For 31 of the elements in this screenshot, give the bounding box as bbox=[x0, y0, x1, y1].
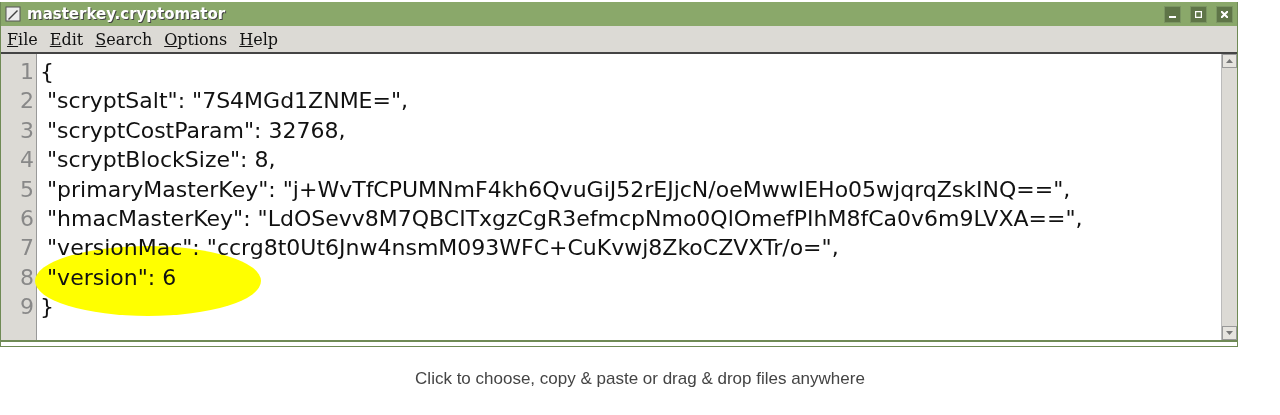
code-line: "version": 6 bbox=[46, 264, 177, 290]
line-number: 2 bbox=[20, 87, 35, 116]
code-line: } bbox=[40, 294, 54, 320]
line-number: 1 bbox=[20, 58, 35, 86]
line-number: 5 bbox=[20, 175, 35, 204]
code-line: "primaryMasterKey": "j+WvTfCPUMNmF4kh6QvuGiJ52rEJjcN/oeMwwIEHo05wjqrqZskINQ==", bbox=[46, 176, 1071, 202]
menu-item[interactable]: File bbox=[7, 29, 38, 49]
pencil-icon bbox=[5, 6, 21, 22]
minimize-button[interactable] bbox=[1164, 5, 1181, 23]
maximize-icon bbox=[1195, 10, 1202, 18]
hint-text: Click to choose, copy & paste or drag & drop files anywhere bbox=[414, 369, 866, 389]
line-number: 7 bbox=[20, 234, 35, 263]
menu-item[interactable]: Search bbox=[95, 29, 153, 49]
code-line: { bbox=[40, 59, 54, 84]
menu-item[interactable]: Help bbox=[239, 29, 279, 49]
menu-item[interactable]: Options bbox=[164, 29, 228, 49]
code-line: "scryptCostParam": 32768, bbox=[46, 117, 346, 143]
window-title: masterkey.cryptomator bbox=[27, 5, 227, 23]
maximize-button[interactable] bbox=[1190, 5, 1207, 23]
line-number: 6 bbox=[20, 205, 35, 234]
menu-item[interactable]: Edit bbox=[49, 29, 84, 49]
close-button[interactable] bbox=[1216, 5, 1233, 23]
code-line: "hmacMasterKey": "LdOSevv8M7QBCITxgzCgR3efmcpNmo0QlOmefPIhM8fCa0v6m9LVXA==", bbox=[46, 205, 1083, 231]
close-icon bbox=[1221, 10, 1228, 18]
line-number: 9 bbox=[20, 293, 35, 322]
code-line: "scryptSalt": "7S4MGd1ZNME=", bbox=[46, 88, 409, 114]
line-number: 3 bbox=[20, 116, 35, 145]
scrollbar[interactable] bbox=[1221, 54, 1237, 340]
line-number: 8 bbox=[20, 263, 35, 292]
code-line: "scryptBlockSize": 8, bbox=[46, 147, 276, 173]
line-number: 4 bbox=[20, 146, 35, 175]
